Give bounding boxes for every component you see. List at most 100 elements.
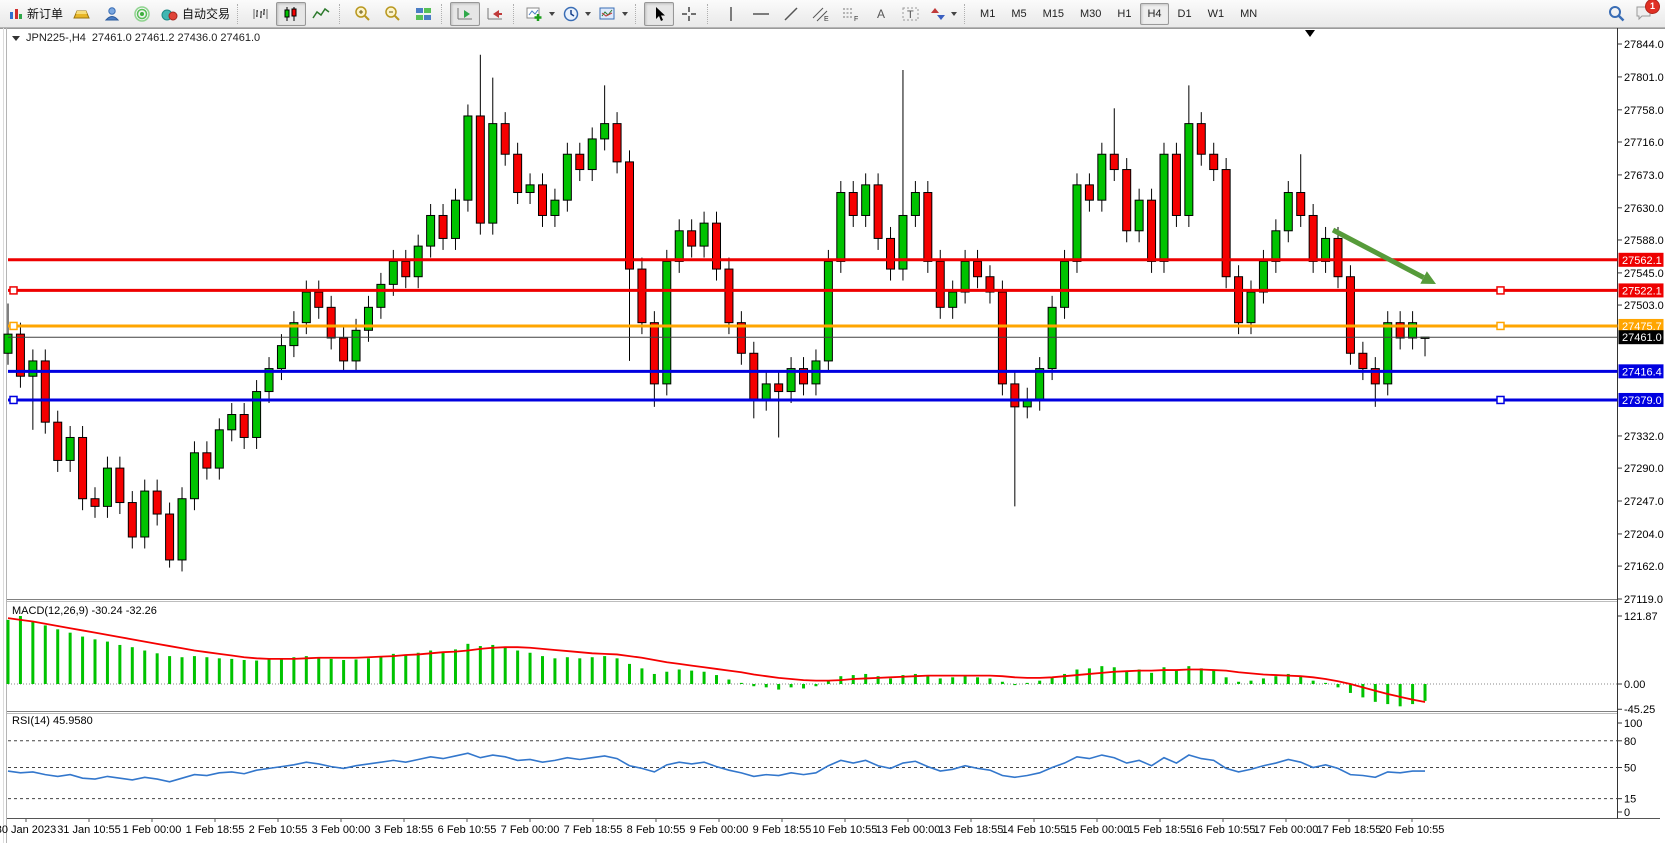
timeframe-M30[interactable]: M30 (1073, 3, 1108, 25)
notification-badge: 1 (1645, 0, 1660, 14)
svg-text:100: 100 (1624, 718, 1642, 730)
candle (253, 392, 261, 438)
search-icon[interactable] (1608, 5, 1625, 22)
timeframe-W1[interactable]: W1 (1201, 3, 1232, 25)
clock-icon (563, 6, 580, 22)
zoom-out-button[interactable] (378, 2, 408, 26)
time-label: 9 Feb 00:00 (690, 824, 749, 836)
candle (352, 330, 360, 361)
time-label: 17 Feb 00:00 (1254, 824, 1319, 836)
bar-chart-button[interactable] (246, 2, 276, 26)
candlestick-chart-button[interactable] (276, 2, 306, 26)
candlestick-chart-icon (282, 6, 300, 22)
line-chart-icon (312, 6, 330, 22)
candle (402, 261, 410, 276)
candle (936, 261, 944, 307)
svg-text:27588.0: 27588.0 (1624, 235, 1664, 247)
candle (464, 116, 472, 200)
signals-button[interactable] (127, 2, 157, 26)
candle (1384, 323, 1392, 384)
gold-ingot-icon (73, 6, 91, 22)
candle (1123, 170, 1131, 231)
time-label: 7 Feb 18:55 (564, 824, 623, 836)
candle (1048, 307, 1056, 368)
timeframe-H1[interactable]: H1 (1110, 3, 1138, 25)
timeframe-H4[interactable]: H4 (1140, 3, 1168, 25)
svg-text:27522.1: 27522.1 (1622, 285, 1662, 297)
candle (203, 453, 211, 468)
new-order-button[interactable]: 新订单 (4, 2, 67, 26)
gold-button[interactable] (67, 2, 97, 26)
time-label: 3 Feb 18:55 (375, 824, 434, 836)
timeframe-D1[interactable]: D1 (1171, 3, 1199, 25)
candles-layer (4, 55, 1429, 572)
chart-symbol-period: JPN225-,H4 (26, 32, 86, 44)
crosshair-icon (681, 6, 697, 22)
candle (79, 437, 87, 498)
candle (1346, 277, 1354, 354)
chart-shift-button[interactable] (480, 2, 510, 26)
candle (153, 491, 161, 514)
shift-marker-icon[interactable] (1305, 30, 1315, 37)
candle (1172, 154, 1180, 215)
time-label: 30 Jan 2023 (0, 824, 56, 836)
time-label: 1 Feb 00:00 (123, 824, 182, 836)
line-handle (10, 287, 17, 294)
profile-button[interactable] (97, 2, 127, 26)
time-label: 6 Feb 10:55 (438, 824, 497, 836)
dropdown-arrow-icon (622, 12, 628, 16)
arrows-button[interactable] (926, 2, 961, 26)
auto-scroll-button[interactable] (450, 2, 480, 26)
macd-indicator-label: MACD(12,26,9) -30.24 -32.26 (12, 605, 157, 617)
line-chart-button[interactable] (306, 2, 336, 26)
timeframe-MN[interactable]: MN (1233, 3, 1264, 25)
tile-windows-button[interactable] (408, 2, 438, 26)
time-label: 7 Feb 00:00 (501, 824, 560, 836)
timeframe-M1[interactable]: M1 (973, 3, 1002, 25)
signal-icon (134, 6, 151, 22)
text-label-button[interactable]: T (896, 2, 926, 26)
candle (626, 162, 634, 269)
chart-ohlc-values: 27461.0 27461.2 27436.0 27461.0 (92, 32, 260, 44)
time-axis[interactable]: 30 Jan 202331 Jan 10:551 Feb 00:001 Feb … (0, 821, 1665, 843)
svg-text:27461.0: 27461.0 (1622, 332, 1662, 344)
candle (526, 185, 534, 193)
notifications-button[interactable]: 1 (1635, 4, 1653, 24)
candle (1322, 238, 1330, 261)
text-button[interactable]: A (866, 2, 896, 26)
candle (924, 193, 932, 262)
candle (775, 384, 783, 392)
timeframe-M15[interactable]: M15 (1036, 3, 1071, 25)
zoom-in-button[interactable] (348, 2, 378, 26)
svg-text:27630.0: 27630.0 (1624, 203, 1664, 215)
chart-canvas[interactable]: 27844.027801.027758.027716.027673.027630… (0, 28, 1665, 843)
fibonacci-button[interactable]: F (836, 2, 866, 26)
toolbar-separator (441, 4, 447, 24)
chart-menu-icon[interactable] (12, 36, 20, 41)
auto-trading-button[interactable]: 自动交易 (157, 2, 234, 26)
timeframe-M5[interactable]: M5 (1004, 3, 1033, 25)
template-button[interactable] (595, 2, 632, 26)
cursor-button[interactable] (644, 2, 674, 26)
candle (302, 292, 310, 323)
candle (1011, 384, 1019, 407)
dropdown-arrow-icon (951, 12, 957, 16)
candle (514, 154, 522, 192)
line-handle (1497, 287, 1504, 294)
horizontal-line-button[interactable] (746, 2, 776, 26)
candle (1284, 193, 1292, 231)
chart-title-overlay[interactable]: JPN225-,H4 27461.0 27461.2 27436.0 27461… (12, 32, 260, 44)
crosshair-button[interactable] (674, 2, 704, 26)
time-label: 15 Feb 00:00 (1065, 824, 1130, 836)
add-indicator-button[interactable] (522, 2, 559, 26)
vertical-line-button[interactable] (716, 2, 746, 26)
arrows-icon (930, 6, 946, 22)
trendline-button[interactable] (776, 2, 806, 26)
bearish-arrow-annotation[interactable] (1333, 230, 1436, 284)
equidistant-channel-button[interactable]: E (806, 2, 836, 26)
period-button[interactable] (559, 2, 595, 26)
time-label: 9 Feb 18:55 (753, 824, 812, 836)
candle (1309, 215, 1317, 261)
candle (862, 185, 870, 216)
time-label: 2 Feb 10:55 (249, 824, 308, 836)
